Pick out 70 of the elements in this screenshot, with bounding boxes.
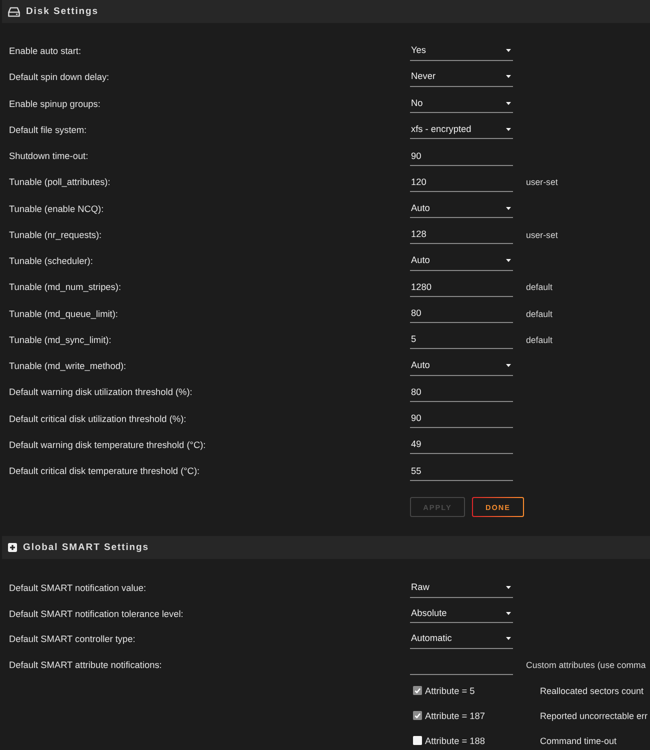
setting-label: Default file system: [9,124,88,135]
checkbox-label: Attribute = 5 [425,686,476,696]
text-field[interactable]: 90 [410,409,513,428]
caret-icon [506,128,511,131]
setting-label: Default SMART attribute notifications: [9,660,163,670]
caret-icon [506,49,511,52]
setting-label: Tunable (md_queue_limit): [9,308,119,319]
setting-label: Default critical disk utilization threshold (%): [9,414,188,424]
section-title: Global SMART Settings [23,542,150,554]
hard-drive-icon [8,6,20,16]
setting-label: Tunable (md_num_stripes): [9,282,122,292]
checkbox[interactable] [413,736,422,745]
section-title: Disk Settings [26,6,99,17]
setting-label: Default warning disk utilization threshold (%): [9,387,194,398]
caret-icon [506,364,511,368]
setting-label: Enable spinup groups: [9,98,102,109]
setting-note: Custom attributes (use comma [526,660,646,670]
attribute-description: Reported uncorrectable err [540,710,648,720]
setting-label: Tunable (md_write_method): [9,361,128,372]
text-field[interactable]: 55 [410,462,513,481]
caret-icon [506,612,511,615]
setting-label: Tunable (md_sync_limit): [9,334,112,345]
setting-note: user-set [526,177,558,188]
checkbox[interactable] [413,711,422,720]
text-field[interactable]: 90 [410,146,513,166]
setting-label: Default SMART controller type: [9,634,136,644]
caret-icon [506,259,511,262]
setting-label: Default warning disk temperature threshold (°C): [9,440,207,450]
dropdown[interactable]: Never [410,68,513,87]
caret-icon [506,75,511,78]
attribute-description: Command time-out [540,736,617,746]
text-field[interactable]: 80 [410,382,513,402]
checkbox-label: Attribute = 187 [425,710,486,720]
setting-label: Tunable (poll_attributes): [9,177,112,188]
setting-label: Default critical disk temperature threshold (°C): [9,466,201,476]
caret-icon [506,637,511,640]
attribute-description: Reallocated sectors count [540,686,644,696]
text-field[interactable]: 120 [410,172,513,192]
dropdown[interactable]: Yes [410,42,513,61]
text-field[interactable]: 1280 [410,278,513,297]
setting-label: Default spin down delay: [9,72,110,82]
setting-label: Tunable (scheduler): [9,256,94,266]
caret-icon [506,586,511,590]
dropdown[interactable]: xfs - encrypted [410,120,513,140]
plus-square-icon [8,543,17,552]
caret-icon [506,206,511,210]
dropdown[interactable]: Auto [410,356,513,376]
setting-label: Default SMART notification tolerance level: [9,608,184,619]
setting-note: user-set [526,230,558,240]
setting-label: Shutdown time-out: [9,151,90,162]
dropdown[interactable]: Auto [410,199,513,218]
setting-label: Default SMART notification value: [9,583,148,594]
dropdown[interactable]: Auto [410,252,513,271]
text-field[interactable]: 5 [410,330,513,350]
setting-label: Enable auto start: [9,46,82,56]
text-field[interactable]: 80 [410,304,513,324]
text-field[interactable]: 128 [410,225,513,244]
caret-icon [506,102,511,105]
dropdown[interactable]: No [410,94,513,114]
setting-label: Tunable (nr_requests): [9,230,103,240]
setting-label: Tunable (enable NCQ): [9,204,105,214]
dropdown[interactable]: Absolute [410,604,513,624]
dropdown[interactable]: Automatic [410,630,513,649]
checkbox[interactable] [413,686,422,695]
setting-note: default [526,334,552,345]
dropdown[interactable]: Raw [410,578,513,598]
setting-note: default [526,308,552,319]
setting-note: default [526,282,552,292]
text-field[interactable]: 49 [410,435,513,454]
checkbox-label: Attribute = 188 [425,736,486,746]
